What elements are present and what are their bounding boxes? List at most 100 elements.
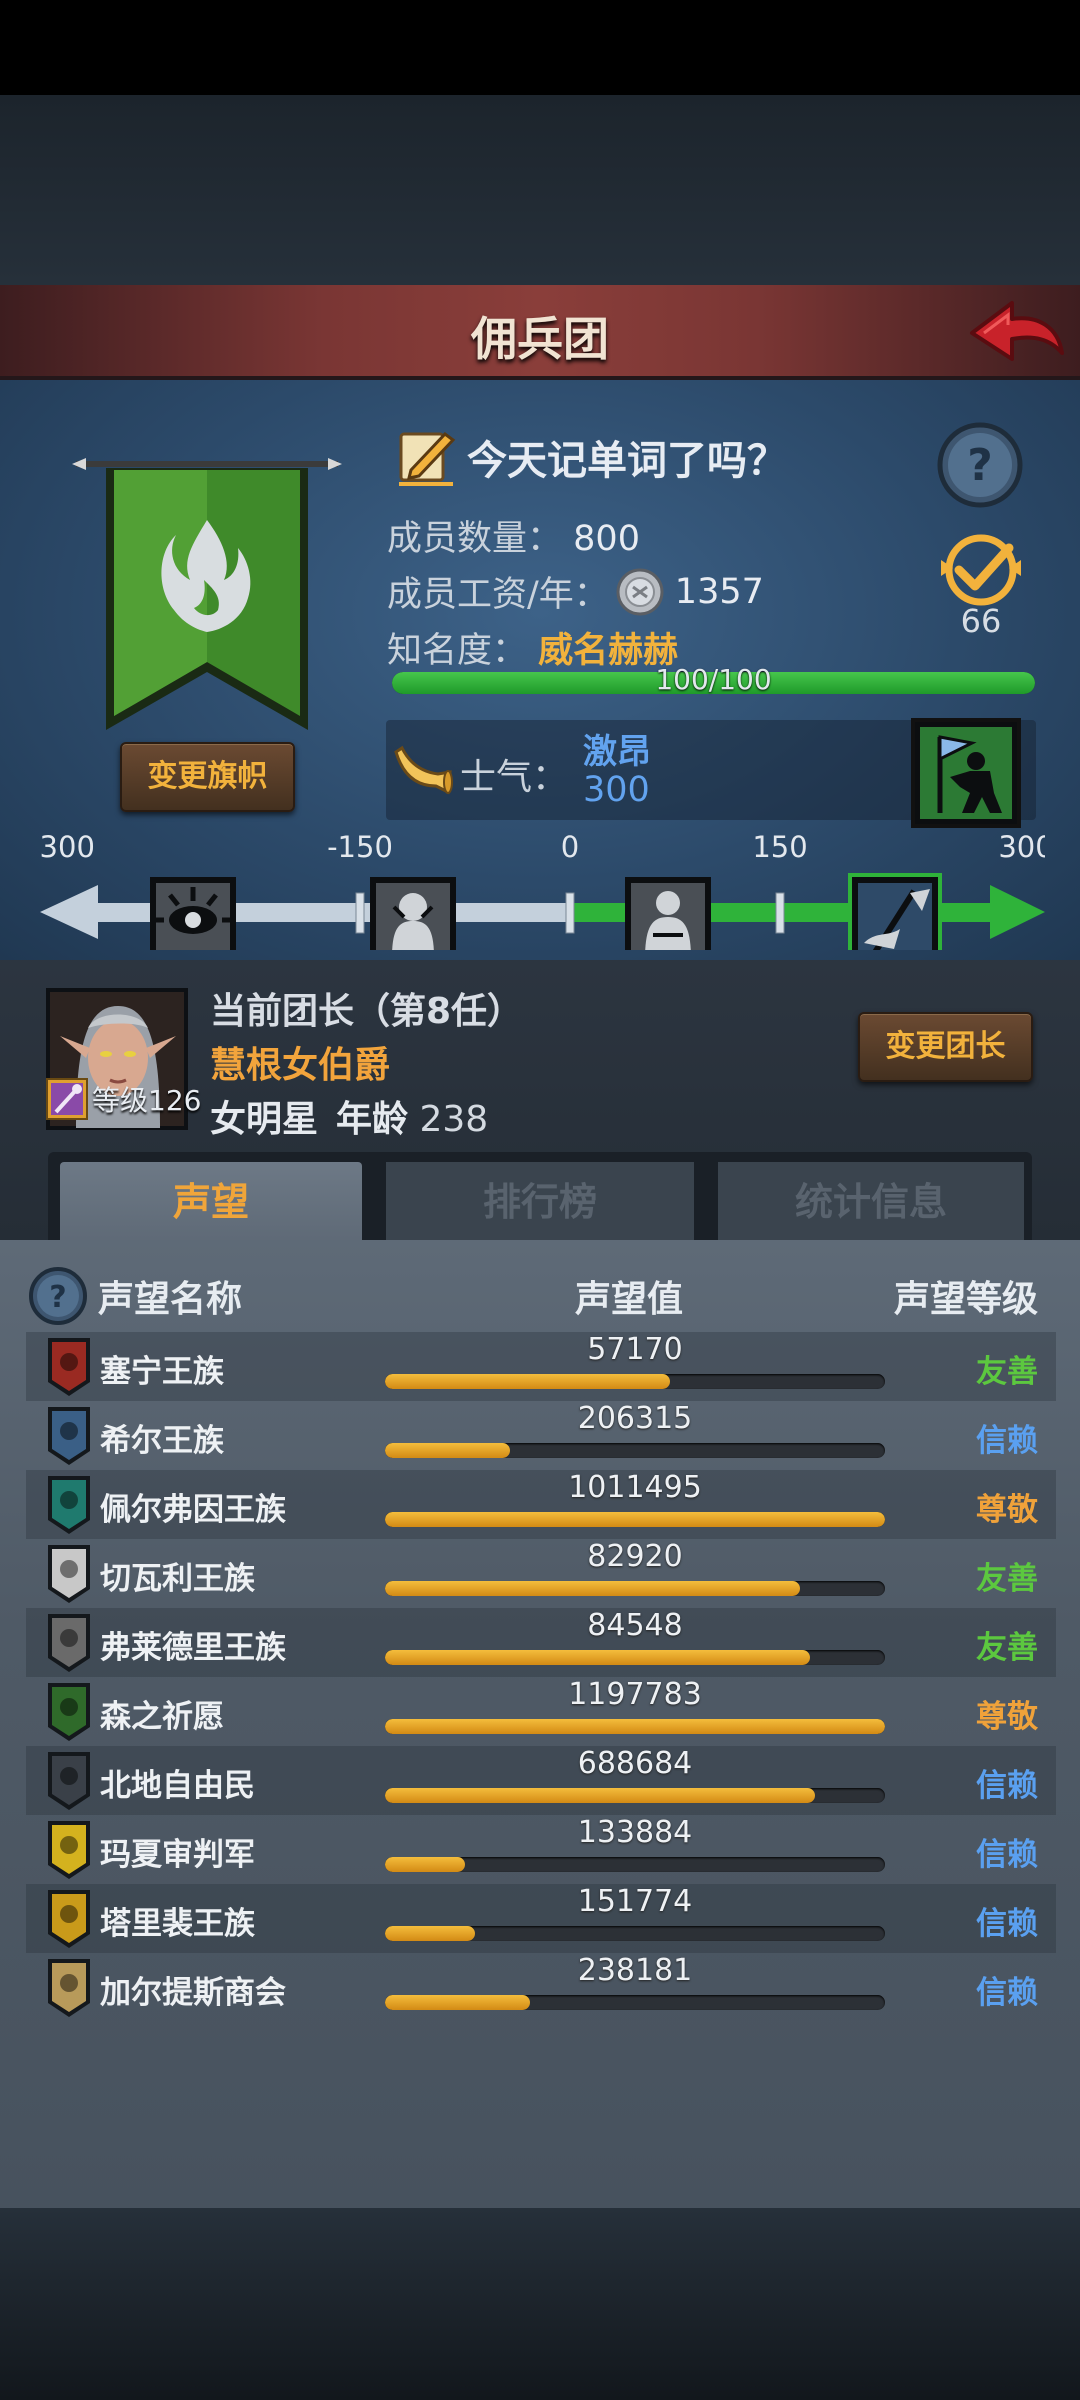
silver-coin-icon <box>616 568 664 615</box>
change-leader-button[interactable]: 变更团长 <box>858 1012 1033 1082</box>
faction-emblem-icon <box>48 1752 90 1810</box>
morale-tick-label: 0 <box>561 835 579 864</box>
faction-emblem-icon <box>48 1476 90 1534</box>
faction-emblem-icon <box>48 1545 90 1603</box>
status-bar-area <box>0 0 1080 95</box>
leader-name: 慧根女伯爵 <box>210 1045 391 1086</box>
faction-emblem-icon <box>48 1890 90 1948</box>
reputation-progress-bar <box>385 1443 885 1458</box>
reputation-progress-fill <box>385 1857 465 1872</box>
morale-rally-icon[interactable] <box>910 717 1022 829</box>
reputation-name: 佩尔弗因王族 <box>100 1492 286 1528</box>
reputation-value: 1011495 <box>568 1470 702 1505</box>
leader-level: 等级126 <box>92 1079 201 1119</box>
members-row: 成员数量： 800 <box>387 510 640 561</box>
stage-icon-evil-eye <box>150 877 236 950</box>
reputation-name: 弗莱德里王族 <box>100 1630 286 1666</box>
reputation-value: 688684 <box>577 1746 693 1781</box>
fame-progress-text: 100/100 <box>655 663 772 696</box>
leader-age-label: 年龄 <box>336 1099 409 1140</box>
reputation-name: 塞宁王族 <box>100 1354 224 1390</box>
reputation-row[interactable]: 希尔王族 206315 信赖 <box>26 1401 1056 1470</box>
reputation-progress-bar <box>385 1995 885 2010</box>
reputation-progress-fill <box>385 1788 815 1803</box>
guild-name[interactable]: 今天记单词了吗？ <box>467 428 787 486</box>
bottom-background <box>0 2208 1080 2400</box>
faction-emblem-icon <box>48 1407 90 1465</box>
reputation-level: 友善 <box>976 1354 1038 1390</box>
reputation-row[interactable]: 切瓦利王族 82920 友善 <box>26 1539 1056 1608</box>
morale-label: 士气： <box>460 757 569 798</box>
leader-level-badge: 等级126 <box>46 1078 201 1120</box>
reputation-value: 133884 <box>577 1815 693 1850</box>
reputation-name: 切瓦利王族 <box>100 1561 255 1597</box>
morale-state: 激昂 <box>583 732 651 772</box>
reputation-progress-bar <box>385 1512 885 1527</box>
reputation-progress-bar <box>385 1926 885 1941</box>
leader-level-label: 等级 <box>92 1084 149 1117</box>
help-icon[interactable]: ? <box>935 420 1025 510</box>
reputation-progress-fill <box>385 1926 475 1941</box>
salary-label: 成员工资/年： <box>387 575 609 615</box>
staff-class-icon <box>46 1078 88 1120</box>
tab-ranking[interactable]: 排行榜 <box>386 1162 694 1242</box>
faction-emblem-icon <box>48 1338 90 1396</box>
reputation-name: 加尔提斯商会 <box>100 1975 286 2011</box>
reputation-progress-bar <box>385 1650 885 1665</box>
reputation-row[interactable]: 玛夏审判军 133884 信赖 <box>26 1815 1056 1884</box>
members-label: 成员数量： <box>387 519 563 559</box>
salary-value: 1357 <box>674 571 764 612</box>
reputation-level: 信赖 <box>976 1423 1038 1459</box>
leader-details: 女明星 年龄 238 <box>210 1090 488 1142</box>
guild-banner[interactable] <box>72 420 342 735</box>
reputation-level: 友善 <box>976 1630 1038 1666</box>
reputation-row[interactable]: 森之祈愿 1197783 尊敬 <box>26 1677 1056 1746</box>
morale-tick-mark <box>775 892 785 934</box>
tab-statistics[interactable]: 统计信息 <box>718 1162 1024 1242</box>
achievement-count: 66 <box>960 602 1002 640</box>
morale-value: 300 <box>583 770 650 810</box>
morale-tick-mark <box>355 892 365 934</box>
reputation-level: 信赖 <box>976 1975 1038 2011</box>
reputation-progress-fill <box>385 1719 885 1734</box>
reputation-row[interactable]: 弗莱德里王族 84548 友善 <box>26 1608 1056 1677</box>
reputation-progress-fill <box>385 1374 670 1389</box>
reputation-name: 玛夏审判军 <box>100 1837 255 1873</box>
reputation-progress-bar <box>385 1719 885 1734</box>
salary-row: 成员工资/年： 1357 <box>387 566 764 617</box>
faction-emblem-icon <box>48 1614 90 1672</box>
reputation-row[interactable]: 塞宁王族 57170 友善 <box>26 1332 1056 1401</box>
header-reputation-name: 声望名称 <box>98 1279 243 1320</box>
change-banner-button[interactable]: 变更旗帜 <box>120 742 295 812</box>
back-arrow-icon[interactable] <box>966 293 1066 369</box>
reputation-value: 238181 <box>577 1953 693 1988</box>
reputation-row[interactable]: 北地自由民 688684 信赖 <box>26 1746 1056 1815</box>
reputation-row[interactable]: 塔里裴王族 151774 信赖 <box>26 1884 1056 1953</box>
reputation-level: 信赖 <box>976 1768 1038 1804</box>
reputation-level: 尊敬 <box>976 1699 1038 1735</box>
reputation-name: 希尔王族 <box>100 1423 224 1459</box>
reputation-progress-fill <box>385 1512 885 1527</box>
reputation-row[interactable]: 佩尔弗因王族 1011495 尊敬 <box>26 1470 1056 1539</box>
reputation-progress-fill <box>385 1581 800 1596</box>
reputation-progress-fill <box>385 1650 810 1665</box>
achievement-medal-icon[interactable] <box>935 530 1027 612</box>
reputation-progress-bar <box>385 1581 885 1596</box>
reputation-panel: ? 声望名称 声望值 声望等级 塞宁王族 57170 友善 希尔王族 206315 信赖佩… <box>0 1240 1080 2208</box>
reputation-level: 信赖 <box>976 1837 1038 1873</box>
reputation-progress-bar <box>385 1374 885 1389</box>
guild-info-panel: 变更旗帜 今天记单词了吗？ ? 成员数量： 800 成员工资/年： 1357 知… <box>0 380 1080 960</box>
help-icon[interactable]: ? <box>28 1266 88 1326</box>
reputation-level: 信赖 <box>976 1906 1038 1942</box>
reputation-level: 友善 <box>976 1561 1038 1597</box>
reputation-progress-fill <box>385 1995 530 2010</box>
edit-name-icon[interactable] <box>395 426 457 488</box>
reputation-row[interactable]: 加尔提斯商会 238181 信赖 <box>26 1953 1056 2022</box>
top-background <box>0 95 1080 285</box>
morale-scale-arrow <box>990 885 1045 939</box>
tab-reputation[interactable]: 声望 <box>60 1162 362 1244</box>
reputation-progress-fill <box>385 1443 510 1458</box>
reputation-progress-bar <box>385 1788 885 1803</box>
reputation-name: 北地自由民 <box>100 1768 255 1804</box>
reputation-value: 1197783 <box>568 1677 702 1712</box>
